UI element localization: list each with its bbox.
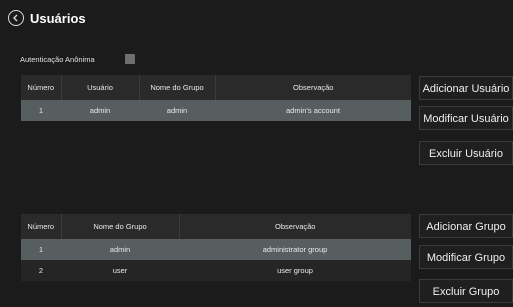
cell-number: 2 — [21, 260, 61, 281]
table-row[interactable]: 2 user user group — [21, 260, 411, 281]
modify-user-button[interactable]: Modificar Usuário — [419, 106, 513, 130]
users-table: Número Usuário Nome do Grupo Observação … — [21, 75, 411, 121]
table-row[interactable]: 1 admin administrator group — [21, 239, 411, 260]
users-table-header: Número Usuário Nome do Grupo Observação — [21, 75, 411, 100]
anonymous-auth-checkbox[interactable] — [125, 54, 135, 64]
delete-user-button[interactable]: Excluir Usuário — [419, 141, 513, 165]
cell-group: admin — [61, 239, 179, 260]
groups-table: Número Nome do Grupo Observação 1 admin … — [21, 214, 411, 281]
page-header: Usuários — [8, 8, 86, 28]
column-header-number[interactable]: Número — [21, 75, 62, 100]
table-row[interactable]: 1 admin admin admin's account — [21, 100, 411, 121]
anonymous-auth-label: Autenticação Anônima — [20, 55, 95, 64]
cell-note: user group — [179, 260, 411, 281]
cell-number: 1 — [21, 100, 61, 121]
cell-user: admin — [61, 100, 139, 121]
groups-table-header: Número Nome do Grupo Observação — [21, 214, 411, 239]
add-user-button[interactable]: Adicionar Usuário — [419, 76, 513, 100]
column-header-number[interactable]: Número — [21, 214, 62, 239]
delete-group-button[interactable]: Excluir Grupo — [419, 279, 513, 303]
cell-number: 1 — [21, 239, 61, 260]
page-title: Usuários — [30, 10, 86, 26]
cell-note: admin's account — [215, 100, 411, 121]
back-arrow-icon — [13, 14, 18, 22]
cell-group: admin — [139, 100, 215, 121]
column-header-group-name[interactable]: Nome do Grupo — [61, 214, 180, 239]
cell-group: user — [61, 260, 179, 281]
back-button[interactable] — [8, 10, 24, 26]
column-header-group-name[interactable]: Nome do Grupo — [139, 75, 216, 100]
column-header-note[interactable]: Observação — [179, 214, 411, 239]
column-header-user[interactable]: Usuário — [61, 75, 140, 100]
modify-group-button[interactable]: Modificar Grupo — [419, 245, 513, 269]
column-header-note[interactable]: Observação — [215, 75, 411, 100]
cell-note: administrator group — [179, 239, 411, 260]
add-group-button[interactable]: Adicionar Grupo — [419, 214, 513, 238]
